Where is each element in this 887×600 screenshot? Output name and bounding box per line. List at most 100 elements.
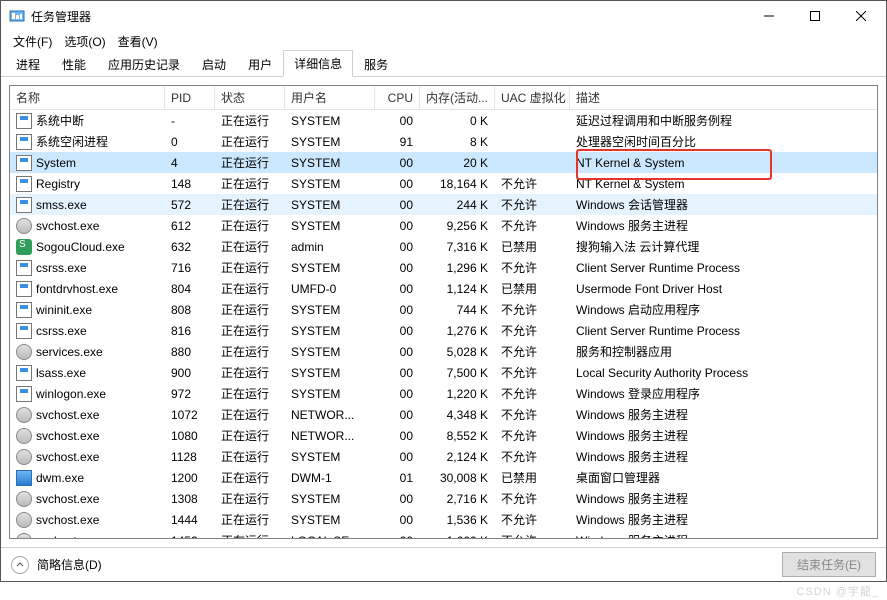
- col-user[interactable]: 用户名: [285, 86, 375, 109]
- cell-user: SYSTEM: [285, 320, 375, 341]
- cell-status: 正在运行: [215, 257, 285, 278]
- process-icon: [16, 428, 32, 444]
- cell-pid: 1128: [165, 446, 215, 467]
- table-row[interactable]: svchost.exe1072正在运行NETWOR...004,348 K不允许…: [10, 404, 877, 425]
- table-row[interactable]: svchost.exe1444正在运行SYSTEM001,536 K不允许Win…: [10, 509, 877, 530]
- cell-mem: 30,008 K: [420, 467, 495, 488]
- cell-pid: 572: [165, 194, 215, 215]
- cell-user: NETWOR...: [285, 425, 375, 446]
- process-name: svchost.exe: [36, 219, 99, 233]
- maximize-button[interactable]: [792, 1, 838, 31]
- cell-desc: Local Security Authority Process: [570, 362, 877, 383]
- cell-uac: 不允许: [495, 488, 570, 509]
- table-row[interactable]: svchost.exe1080正在运行NETWOR...008,552 K不允许…: [10, 425, 877, 446]
- process-name: svchost.exe: [36, 492, 99, 506]
- cell-pid: 808: [165, 299, 215, 320]
- cell-mem: 2,716 K: [420, 488, 495, 509]
- titlebar[interactable]: 任务管理器: [1, 1, 886, 31]
- cell-mem: 1,124 K: [420, 278, 495, 299]
- table-row[interactable]: winlogon.exe972正在运行SYSTEM001,220 K不允许Win…: [10, 383, 877, 404]
- cell-pid: 804: [165, 278, 215, 299]
- tab-3[interactable]: 启动: [191, 51, 237, 77]
- tab-5[interactable]: 详细信息: [283, 50, 353, 77]
- end-task-button[interactable]: 结束任务(E): [782, 552, 876, 577]
- col-desc[interactable]: 描述: [570, 86, 877, 109]
- cell-uac: 不允许: [495, 362, 570, 383]
- menu-options[interactable]: 选项(O): [60, 31, 109, 52]
- table-row[interactable]: smss.exe572正在运行SYSTEM00244 K不允许Windows 会…: [10, 194, 877, 215]
- cell-cpu: 00: [375, 425, 420, 446]
- cell-cpu: 00: [375, 194, 420, 215]
- process-icon: [16, 533, 32, 539]
- col-name[interactable]: 名称: [10, 86, 165, 109]
- process-rows[interactable]: 系统中断-正在运行SYSTEM000 K延迟过程调用和中断服务例程系统空闲进程0…: [10, 110, 877, 538]
- process-icon: [16, 386, 32, 402]
- cell-status: 正在运行: [215, 509, 285, 530]
- col-mem[interactable]: 内存(活动...: [420, 86, 495, 109]
- table-row[interactable]: svchost.exe1128正在运行SYSTEM002,124 K不允许Win…: [10, 446, 877, 467]
- cell-uac: [495, 131, 570, 152]
- table-row[interactable]: svchost.exe612正在运行SYSTEM009,256 K不允许Wind…: [10, 215, 877, 236]
- cell-status: 正在运行: [215, 488, 285, 509]
- table-row[interactable]: csrss.exe816正在运行SYSTEM001,276 K不允许Client…: [10, 320, 877, 341]
- cell-uac: 不允许: [495, 173, 570, 194]
- col-pid[interactable]: PID: [165, 86, 215, 109]
- col-cpu[interactable]: CPU: [375, 86, 420, 109]
- process-name: svchost.exe: [36, 429, 99, 443]
- cell-user: SYSTEM: [285, 152, 375, 173]
- cell-pid: 4: [165, 152, 215, 173]
- table-row[interactable]: fontdrvhost.exe804正在运行UMFD-0001,124 K已禁用…: [10, 278, 877, 299]
- cell-desc: Client Server Runtime Process: [570, 257, 877, 278]
- process-icon: [16, 281, 32, 297]
- table-row[interactable]: 系统中断-正在运行SYSTEM000 K延迟过程调用和中断服务例程: [10, 110, 877, 131]
- menu-file[interactable]: 文件(F): [9, 31, 56, 52]
- table-row[interactable]: lsass.exe900正在运行SYSTEM007,500 K不允许Local …: [10, 362, 877, 383]
- tab-4[interactable]: 用户: [237, 51, 283, 77]
- table-row[interactable]: services.exe880正在运行SYSTEM005,028 K不允许服务和…: [10, 341, 877, 362]
- table-row[interactable]: SogouCloud.exe632正在运行admin007,316 K已禁用搜狗…: [10, 236, 877, 257]
- table-row[interactable]: svchost.exe1308正在运行SYSTEM002,716 K不允许Win…: [10, 488, 877, 509]
- cell-status: 正在运行: [215, 446, 285, 467]
- minimize-button[interactable]: [746, 1, 792, 31]
- cell-user: SYSTEM: [285, 509, 375, 530]
- tabstrip: 进程性能应用历史记录启动用户详细信息服务: [1, 51, 886, 77]
- table-row[interactable]: System4正在运行SYSTEM0020 KNT Kernel & Syste…: [10, 152, 877, 173]
- table-row[interactable]: svchost.exe1452正在运行LOCAL SE...001,660 K不…: [10, 530, 877, 538]
- table-row[interactable]: Registry148正在运行SYSTEM0018,164 K不允许NT Ker…: [10, 173, 877, 194]
- col-uac[interactable]: UAC 虚拟化: [495, 86, 570, 109]
- column-headers[interactable]: 名称 PID 状态 用户名 CPU 内存(活动... UAC 虚拟化 描述: [10, 86, 877, 110]
- collapse-icon[interactable]: [11, 556, 29, 574]
- tab-1[interactable]: 性能: [51, 51, 97, 77]
- cell-desc: Windows 登录应用程序: [570, 383, 877, 404]
- process-name: svchost.exe: [36, 534, 99, 539]
- cell-status: 正在运行: [215, 152, 285, 173]
- menu-view[interactable]: 查看(V): [114, 31, 162, 52]
- col-status[interactable]: 状态: [215, 86, 285, 109]
- table-row[interactable]: csrss.exe716正在运行SYSTEM001,296 K不允许Client…: [10, 257, 877, 278]
- table-row[interactable]: 系统空闲进程0正在运行SYSTEM918 K处理器空闲时间百分比: [10, 131, 877, 152]
- tab-0[interactable]: 进程: [5, 51, 51, 77]
- cell-desc: NT Kernel & System: [570, 173, 877, 194]
- cell-desc: Windows 服务主进程: [570, 488, 877, 509]
- table-row[interactable]: dwm.exe1200正在运行DWM-10130,008 K已禁用桌面窗口管理器: [10, 467, 877, 488]
- cell-mem: 1,276 K: [420, 320, 495, 341]
- tab-2[interactable]: 应用历史记录: [97, 51, 191, 77]
- cell-uac: [495, 110, 570, 131]
- cell-user: SYSTEM: [285, 131, 375, 152]
- brief-info-link[interactable]: 简略信息(D): [37, 556, 102, 573]
- cell-mem: 244 K: [420, 194, 495, 215]
- cell-desc: Client Server Runtime Process: [570, 320, 877, 341]
- close-button[interactable]: [838, 1, 884, 31]
- tab-6[interactable]: 服务: [353, 51, 399, 77]
- cell-user: DWM-1: [285, 467, 375, 488]
- table-row[interactable]: wininit.exe808正在运行SYSTEM00744 K不允许Window…: [10, 299, 877, 320]
- cell-cpu: 00: [375, 257, 420, 278]
- cell-status: 正在运行: [215, 530, 285, 538]
- cell-pid: 1452: [165, 530, 215, 538]
- cell-desc: 服务和控制器应用: [570, 341, 877, 362]
- cell-user: SYSTEM: [285, 194, 375, 215]
- cell-pid: 632: [165, 236, 215, 257]
- cell-uac: 不允许: [495, 446, 570, 467]
- cell-user: SYSTEM: [285, 488, 375, 509]
- cell-mem: 2,124 K: [420, 446, 495, 467]
